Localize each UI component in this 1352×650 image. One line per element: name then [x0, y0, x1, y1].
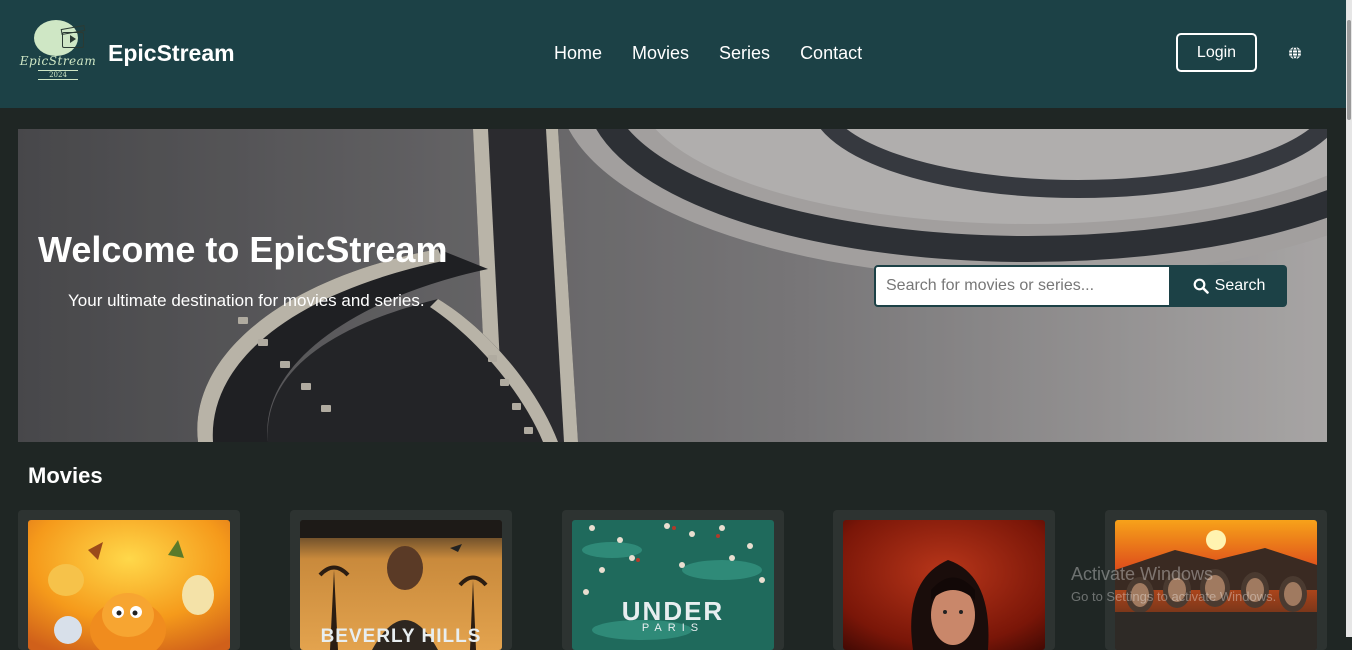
poster-subtitle: PARIS	[641, 622, 705, 634]
hero-title: Welcome to EpicStream	[38, 229, 448, 270]
main-nav: Home Movies Series Contact	[554, 43, 862, 64]
login-button[interactable]: Login	[1176, 33, 1257, 72]
movie-card[interactable]	[833, 510, 1055, 650]
search-button-label: Search	[1214, 277, 1266, 294]
language-globe-icon[interactable]	[1288, 46, 1302, 60]
movies-section-title: Movies	[28, 463, 103, 488]
nav-link-movies[interactable]: Movies	[632, 43, 689, 64]
play-icon	[70, 35, 76, 43]
logo-emblem	[34, 20, 84, 56]
search-input[interactable]	[874, 265, 1171, 307]
clapperboard-icon	[62, 32, 84, 48]
hero-subtitle: Your ultimate destination for movies and…	[68, 291, 425, 310]
brand-name[interactable]: EpicStream	[108, 40, 235, 67]
movie-poster[interactable]: BEVERLY HILLS	[300, 520, 502, 650]
scrollbar-thumb[interactable]	[1347, 20, 1351, 120]
search-form: Search	[874, 265, 1287, 307]
nav-link-home[interactable]: Home	[554, 43, 602, 64]
poster-title: BEVERLY HILLS	[320, 626, 482, 647]
search-button[interactable]: Search	[1171, 265, 1287, 307]
movie-poster[interactable]	[1115, 520, 1317, 650]
movie-card[interactable]: UNDER PARIS	[562, 510, 784, 650]
logo-year: 2024	[38, 70, 78, 80]
hero-banner: Welcome to EpicStream Your ultimate dest…	[18, 129, 1327, 442]
top-navbar: EpicStream 2024 EpicStream Home Movies S…	[0, 0, 1352, 108]
movie-card[interactable]	[18, 510, 240, 650]
movie-poster[interactable]: UNDER PARIS	[572, 520, 774, 650]
search-icon	[1193, 278, 1209, 294]
movie-poster[interactable]	[28, 520, 230, 650]
os-activation-watermark-text: Go to Settings to activate Windows.	[1071, 589, 1277, 604]
nav-link-contact[interactable]: Contact	[800, 43, 862, 64]
movie-card[interactable]: BEVERLY HILLS	[290, 510, 512, 650]
logo-wordmark: EpicStream	[19, 54, 97, 68]
nav-link-series[interactable]: Series	[719, 43, 770, 64]
os-activation-watermark-title: Activate Windows	[1071, 564, 1214, 584]
movie-poster[interactable]	[843, 520, 1045, 650]
site-logo[interactable]: EpicStream 2024	[18, 18, 98, 90]
